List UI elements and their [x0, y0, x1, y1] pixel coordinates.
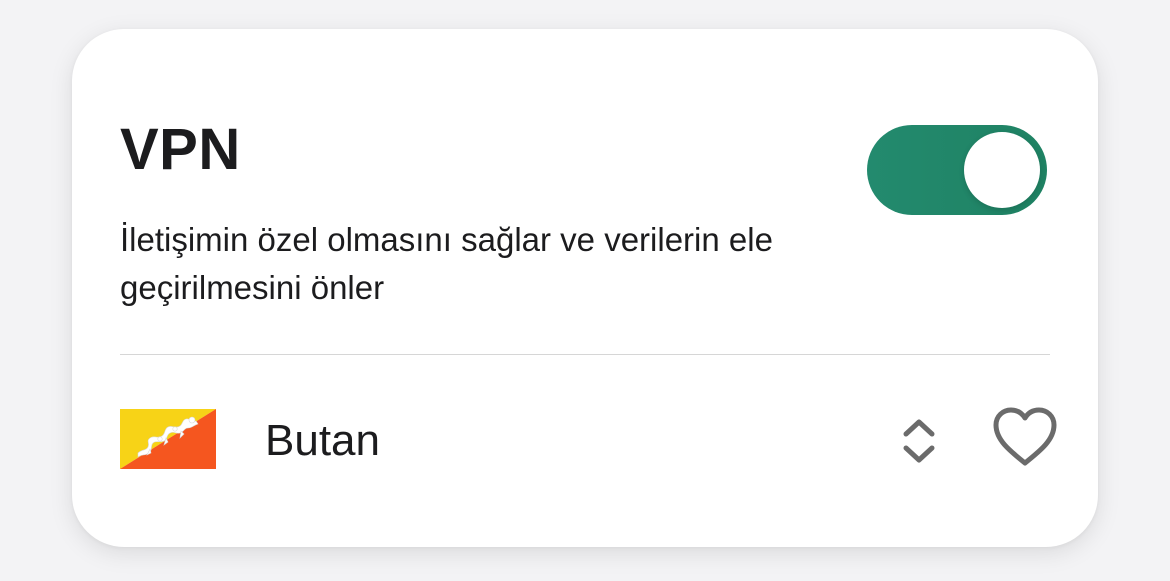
bhutan-flag-icon	[120, 409, 216, 469]
chevrons-up-down-icon[interactable]	[898, 414, 940, 468]
heart-outline-icon[interactable]	[990, 405, 1060, 469]
country-name: Butan	[265, 416, 380, 465]
vpn-card: VPN İletişimin özel olmasını sağlar ve v…	[72, 29, 1098, 547]
country-selector-row[interactable]: Butan	[120, 389, 1057, 489]
vpn-toggle[interactable]	[867, 125, 1047, 215]
toggle-knob	[964, 132, 1040, 208]
divider	[120, 354, 1050, 355]
vpn-description: İletişimin özel olmasını sağlar ve veril…	[120, 221, 773, 306]
vpn-title: VPN	[120, 117, 241, 182]
